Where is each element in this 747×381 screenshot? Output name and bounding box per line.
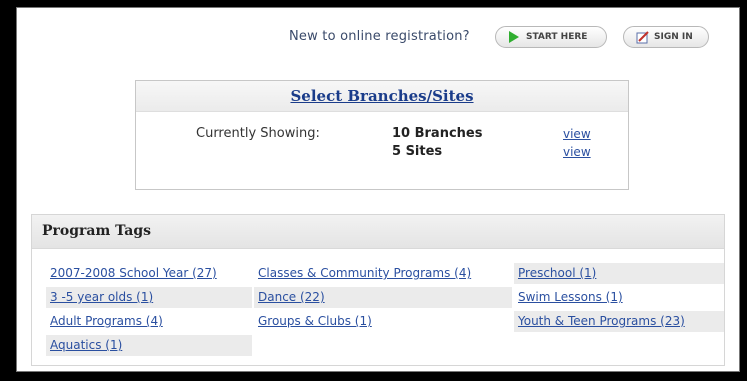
tag-link-classes-community[interactable]: Classes & Community Programs (4) (254, 263, 512, 284)
registration-panel: New to online registration? START HERE S… (16, 7, 740, 372)
play-icon (508, 31, 520, 51)
tag-link-aquatics[interactable]: Aquatics (1) (46, 335, 252, 356)
program-tags-title: Program Tags (42, 223, 151, 239)
branches-header: Select Branches/Sites (136, 81, 628, 112)
tag-link-dance[interactable]: Dance (22) (254, 287, 512, 308)
start-here-button[interactable]: START HERE (495, 26, 607, 48)
currently-showing-label: Currently Showing: (196, 126, 320, 141)
branches-count: 10 Branches (392, 126, 483, 141)
tag-link-groups-clubs[interactable]: Groups & Clubs (1) (254, 311, 512, 332)
view-branches-link[interactable]: view (563, 127, 591, 141)
tag-link-school-year[interactable]: 2007-2008 School Year (27) (46, 263, 252, 284)
sign-in-label: SIGN IN (654, 32, 693, 42)
sign-in-button[interactable]: SIGN IN (623, 26, 709, 48)
registration-prompt: New to online registration? (289, 29, 470, 44)
sites-count: 5 Sites (392, 144, 443, 159)
program-tags-header: Program Tags (32, 215, 724, 249)
start-here-label: START HERE (526, 32, 588, 42)
tag-link-3-5-year-olds[interactable]: 3 -5 year olds (1) (46, 287, 252, 308)
program-tags-box: Program Tags 2007-2008 School Year (27) … (31, 214, 725, 366)
tag-link-swim-lessons[interactable]: Swim Lessons (1) (514, 287, 724, 308)
tag-link-youth-teen[interactable]: Youth & Teen Programs (23) (514, 311, 724, 332)
registration-bar: New to online registration? START HERE S… (17, 26, 739, 52)
select-branches-link[interactable]: Select Branches/Sites (136, 87, 628, 105)
view-sites-link[interactable]: view (563, 145, 591, 159)
edit-icon (636, 31, 650, 52)
branches-box: Select Branches/Sites Currently Showing:… (135, 80, 629, 190)
tag-link-preschool[interactable]: Preschool (1) (514, 263, 724, 284)
tag-link-adult-programs[interactable]: Adult Programs (4) (46, 311, 252, 332)
